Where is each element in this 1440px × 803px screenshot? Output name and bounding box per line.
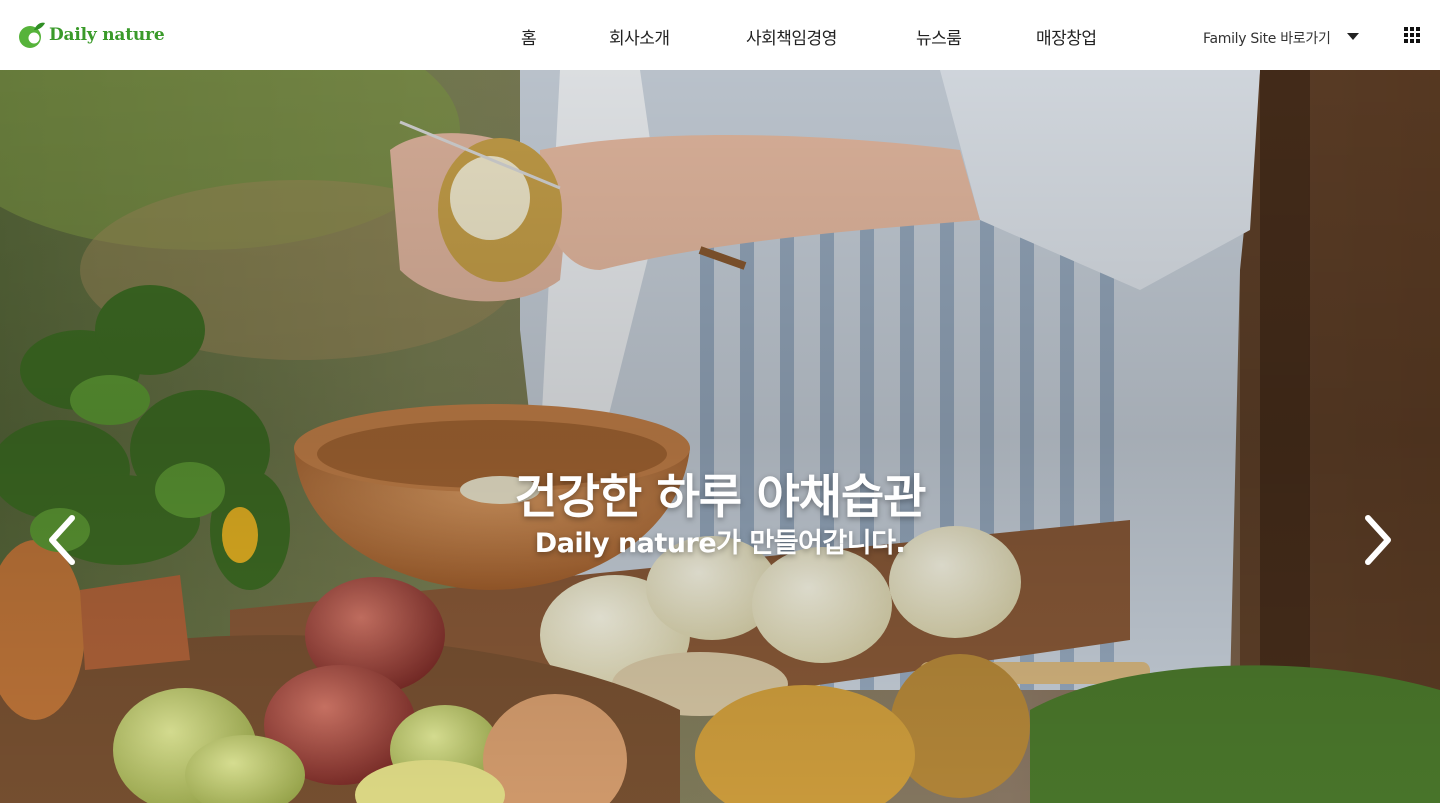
nav-item-about[interactable]: 회사소개: [609, 24, 670, 49]
family-site-select[interactable]: Family Site 바로가기: [1203, 28, 1331, 48]
hero-photo: [0, 70, 1440, 803]
hero-subtitle: Daily nature가 만들어갑니다.: [534, 528, 906, 559]
chevron-left-icon[interactable]: [42, 512, 82, 568]
caret-down-icon[interactable]: [1347, 33, 1359, 40]
site-header: Daily nature 홈 회사소개 사회책임경영 뉴스룸 매장창업 Fami…: [0, 0, 1440, 70]
nav-item-franchise[interactable]: 매장창업: [1036, 24, 1097, 49]
chevron-right-icon[interactable]: [1358, 512, 1398, 568]
nav-item-csr[interactable]: 사회책임경영: [746, 24, 837, 49]
hero-banner: 건강한 하루 야채습관 Daily nature가 만들어갑니다.: [0, 70, 1440, 803]
grid-menu-icon[interactable]: [1404, 27, 1420, 43]
nav-item-newsroom[interactable]: 뉴스룸: [916, 24, 962, 49]
hero-title: 건강한 하루 야채습관: [514, 470, 927, 525]
nav-item-home[interactable]: 홈: [521, 24, 537, 49]
